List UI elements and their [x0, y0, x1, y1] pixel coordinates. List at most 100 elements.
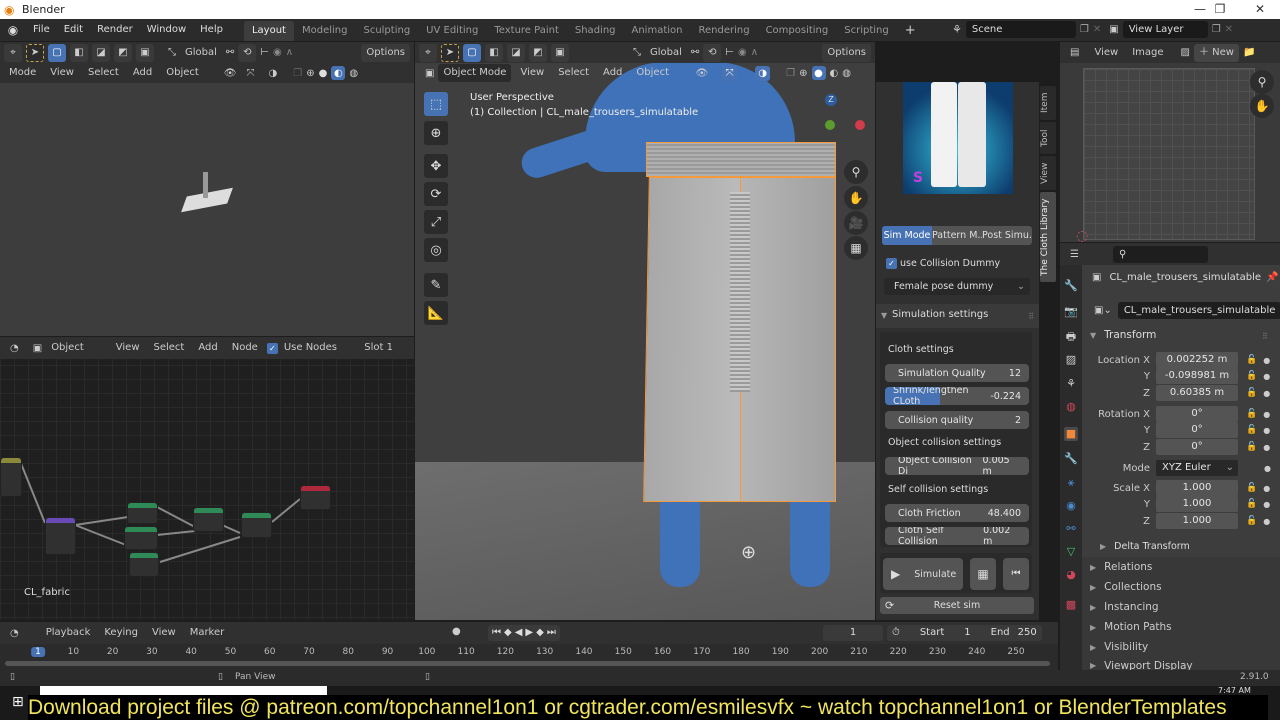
tool-transform[interactable]: ◎ — [424, 238, 448, 262]
transform-orientation-select[interactable]: Global — [180, 44, 222, 62]
main-select-intersect-icon[interactable]: ▣ — [551, 43, 569, 62]
main-select-box-icon[interactable]: ➤ — [441, 43, 459, 62]
shader-menu-add[interactable]: Add — [193, 339, 222, 357]
xray-icon[interactable]: ❐ — [293, 68, 302, 79]
scale-y-field[interactable]: 1.000 — [1156, 496, 1238, 512]
transform-grip-icon[interactable]: ⠿ — [1262, 332, 1268, 341]
pin-icon[interactable]: 📌 — [1266, 272, 1278, 283]
tab-texture-paint[interactable]: Texture Paint — [486, 21, 567, 41]
image-editor-type-icon[interactable]: ▤ — [1070, 47, 1079, 58]
gizmo-icon[interactable]: ⤧ — [247, 68, 255, 79]
shader-menu-view[interactable]: View — [111, 339, 145, 357]
timeline-scrollbar[interactable] — [5, 661, 1050, 666]
image-menu-image[interactable]: Image — [1127, 44, 1168, 62]
node-mix-shader-1[interactable] — [193, 507, 224, 532]
select-mode-new-icon[interactable]: ▢ — [48, 43, 66, 62]
data-props-icon[interactable]: ▽ — [1064, 545, 1078, 559]
keyframe-dot-icon[interactable]: ● — [1263, 484, 1270, 493]
main-snap-icon[interactable]: ⟲ — [703, 43, 722, 62]
menu-edit[interactable]: Edit — [57, 19, 90, 41]
material-props-icon[interactable]: ◕ — [1064, 568, 1078, 582]
main-transform-orientation-icon[interactable]: ⤡ — [633, 47, 641, 58]
camera-view-icon[interactable]: 🎥 — [844, 211, 868, 235]
tool-props-icon[interactable]: 🔧 — [1064, 279, 1078, 293]
main-shading-wireframe-icon[interactable]: ⊕ — [799, 68, 807, 79]
image-zoom-icon[interactable]: ⚲ — [1250, 70, 1274, 94]
main-menu-select[interactable]: Select — [553, 64, 594, 82]
visibility-icon[interactable]: 👁 — [224, 68, 237, 79]
auto-keying-icon[interactable]: ● — [452, 626, 461, 637]
lock-icon[interactable]: 🔓 — [1246, 425, 1257, 435]
shader-editor[interactable]: ◔ ▣ Object View Select Add Node ✓ Use No… — [0, 337, 414, 620]
scene-props-icon[interactable]: ⚘ — [1064, 377, 1078, 391]
node-material-output[interactable] — [300, 485, 331, 510]
timeline-tick-60[interactable]: 60 — [264, 647, 275, 657]
timeline-tick-70[interactable]: 70 — [303, 647, 314, 657]
simulate-button[interactable]: ▶ Simulate — [883, 558, 963, 590]
tab-rendering[interactable]: Rendering — [690, 21, 757, 41]
new-view-layer-icon[interactable]: ❐ — [1212, 24, 1221, 35]
lock-icon[interactable]: 🔓 — [1246, 371, 1257, 381]
left-options-button[interactable]: Options — [361, 43, 410, 62]
timeline-tick-210[interactable]: 210 — [850, 647, 867, 657]
tool-measure[interactable]: 📐 — [424, 301, 448, 325]
tab-sim-mode[interactable]: Sim Mode — [882, 226, 932, 245]
menu-window[interactable]: Window — [140, 19, 193, 41]
object-data-icon[interactable]: ▣⌄ — [1094, 305, 1112, 316]
tab-layout[interactable]: Layout — [243, 21, 294, 41]
select-box-icon[interactable]: ➤ — [26, 43, 44, 62]
location-x-field[interactable]: 0.002252 m — [1156, 352, 1238, 368]
2d-cursor-icon[interactable]: ◌ — [1076, 228, 1088, 244]
image-pan-icon[interactable]: ✋ — [1250, 94, 1274, 118]
simulation-settings-header[interactable]: ▼ Simulation settings ⠿ — [876, 304, 1039, 328]
keyframe-dot-icon[interactable]: ● — [1263, 372, 1270, 381]
shrink-lengthen-slider[interactable]: Shrink/lengthen CLoth -0.224 — [885, 387, 1029, 405]
main-snap-target-icon[interactable]: ⊢ — [725, 47, 734, 58]
delta-transform-header[interactable]: ▶ Delta Transform — [1100, 541, 1190, 552]
location-z-field[interactable]: 0.60385 m — [1156, 385, 1238, 401]
rotation-y-field[interactable]: 0° — [1156, 422, 1238, 438]
mode-select[interactable]: Mode — [4, 64, 41, 82]
maximize-button[interactable]: ❐ — [1200, 0, 1240, 19]
cloth-preview-thumbnail[interactable]: S — [903, 82, 1013, 194]
drag-grip-icon[interactable]: ⠿ — [1028, 312, 1034, 321]
editor-type-icon[interactable]: ⌖ — [4, 43, 22, 62]
tool-select-box[interactable]: ⬚ — [424, 92, 448, 116]
marker-menu[interactable]: Marker — [185, 624, 230, 642]
main-xray-icon[interactable]: ❐ — [786, 68, 795, 79]
keyframe-dot-icon[interactable]: ● — [1263, 356, 1270, 365]
taskbar-search-box[interactable] — [40, 686, 327, 695]
main-select-invert-icon[interactable]: ◩ — [529, 43, 547, 62]
node-bump[interactable] — [45, 517, 76, 555]
modifier-props-icon[interactable]: 🔧 — [1064, 452, 1078, 466]
keyframe-dot-icon[interactable]: ● — [1264, 464, 1271, 473]
main-visibility-icon[interactable]: 👁 — [695, 68, 708, 79]
main-shading-solid-icon[interactable]: ● — [811, 66, 826, 80]
lock-icon[interactable]: 🔓 — [1246, 516, 1257, 526]
timeline-editor-type-icon[interactable]: ◔ — [10, 628, 19, 639]
shader-object-select[interactable]: Object — [46, 339, 89, 357]
rotation-mode-select[interactable]: XYZ Euler ⌄ — [1156, 460, 1238, 476]
keyframe-dot-icon[interactable]: ● — [1263, 517, 1270, 526]
slot-select[interactable]: Slot 1 — [359, 339, 398, 357]
current-frame-field[interactable]: 1 — [823, 625, 883, 641]
section-motion-paths[interactable]: ▶ Motion Paths — [1090, 621, 1172, 633]
main-select-new-icon[interactable]: ▢ — [463, 43, 481, 62]
overlay-icon[interactable]: ◑ — [269, 68, 278, 79]
main-select-extend-icon[interactable]: ◧ — [485, 43, 503, 62]
stopwatch-icon[interactable]: ⏱ — [892, 625, 900, 641]
add-workspace-button[interactable]: + — [897, 21, 924, 41]
keyframe-dot-icon[interactable]: ● — [1263, 410, 1270, 419]
node-velvet-bsdf[interactable] — [129, 552, 159, 577]
shader-menu-select[interactable]: Select — [149, 339, 190, 357]
timeline-tick-40[interactable]: 40 — [185, 647, 196, 657]
next-keyframe-icon[interactable]: ◆ — [536, 625, 544, 641]
select-mode-invert-icon[interactable]: ◩ — [114, 43, 132, 62]
main-options-button[interactable]: Options — [822, 43, 871, 62]
shader-menu-node[interactable]: Node — [227, 339, 263, 357]
keyframe-dot-icon[interactable]: ● — [1263, 500, 1270, 509]
timeline-tick-90[interactable]: 90 — [382, 647, 393, 657]
section-instancing[interactable]: ▶ Instancing — [1090, 601, 1159, 613]
constraint-props-icon[interactable]: ⚯ — [1064, 522, 1078, 536]
select-mode-intersect-icon[interactable]: ▣ — [136, 43, 154, 62]
